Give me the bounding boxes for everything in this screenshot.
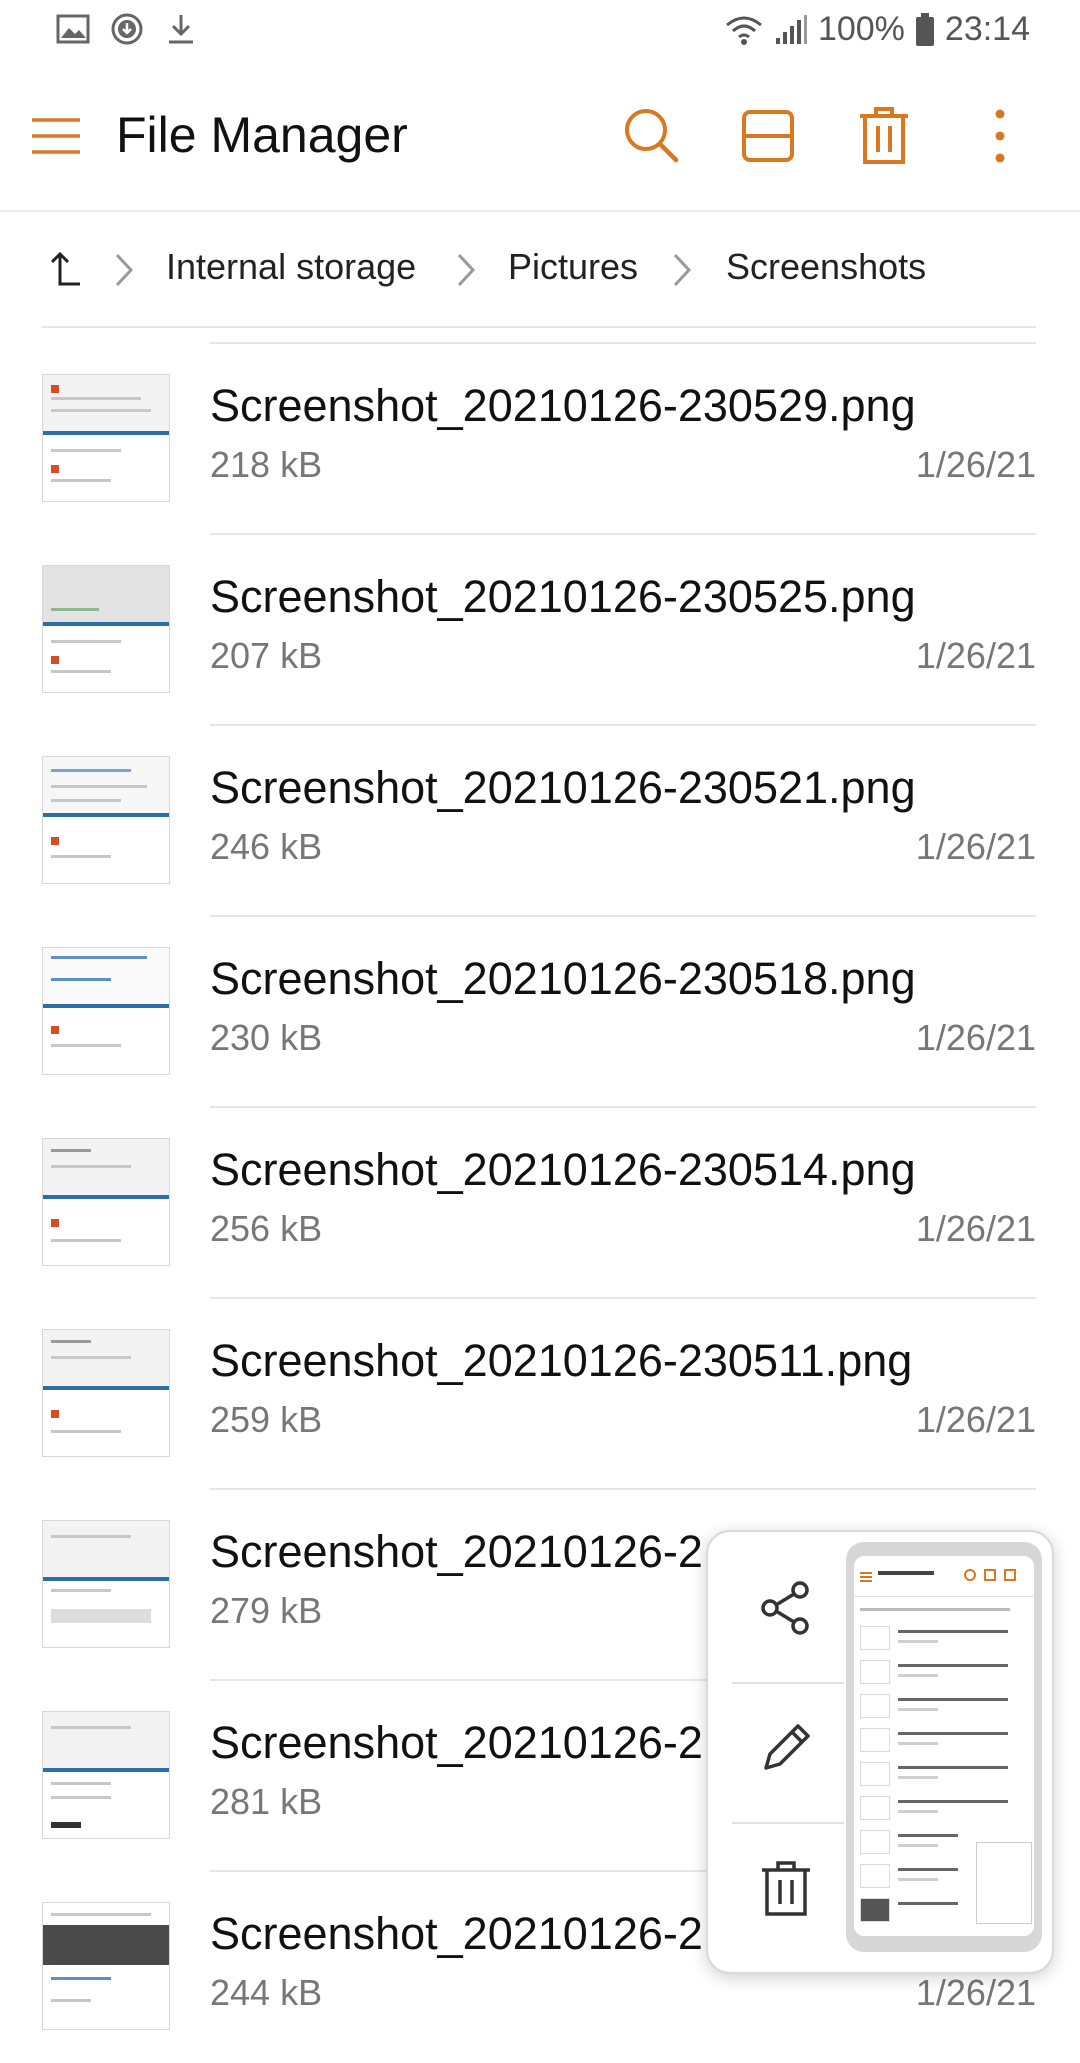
preview-thumb [860, 1660, 890, 1684]
file-date: 1/26/21 [915, 1017, 1036, 1058]
delete-icon [762, 1861, 810, 1916]
file-row[interactable]: Screenshot_20210126-230511.png 259 kB 1/… [0, 1299, 1080, 1490]
gallery-icon [56, 14, 90, 44]
file-thumbnail [42, 1520, 170, 1648]
wifi-icon [724, 14, 764, 46]
status-right: 100% 23:14 [724, 10, 1030, 49]
file-size: 256 kB [210, 1208, 323, 1249]
search-icon [625, 109, 679, 163]
chevron-right-icon [115, 253, 134, 287]
file-name: Screenshot_20210126-230514.png [210, 1144, 916, 1195]
preview-thumb [860, 1864, 890, 1888]
file-thumbnail [42, 374, 170, 502]
file-size: 259 kB [210, 1399, 323, 1440]
file-row[interactable]: Screenshot_20210126-230521.png 246 kB 1/… [0, 726, 1080, 917]
breadcrumb: Internal storage Pictures Screenshots [0, 212, 1080, 326]
battery-icon [915, 12, 935, 47]
preview-nested-popup [976, 1842, 1032, 1924]
file-date: 1/26/21 [915, 826, 1036, 867]
breadcrumb-divider [42, 326, 1036, 328]
app-bar: File Manager [0, 64, 1080, 212]
delete-icon [860, 107, 908, 164]
breadcrumb-internal-storage[interactable]: Internal storage [166, 246, 416, 288]
file-name: Screenshot_20210126-2 [210, 1526, 703, 1577]
app-title: File Manager [116, 107, 408, 163]
delete-button[interactable] [852, 104, 916, 168]
file-thumbnail [42, 1711, 170, 1839]
file-thumbnail [42, 947, 170, 1075]
file-date: 1/26/21 [915, 444, 1036, 485]
edit-icon [764, 1724, 810, 1770]
file-name: Screenshot_20210126-2 [210, 1717, 703, 1768]
file-row[interactable]: Screenshot_20210126-230514.png 256 kB 1/… [0, 1108, 1080, 1299]
delete-screenshot-button[interactable] [726, 1828, 846, 1948]
file-size: 279 kB [210, 1590, 323, 1631]
signal-icon [774, 14, 808, 46]
file-size: 244 kB [210, 1972, 323, 2013]
preview-thumb [860, 1694, 890, 1718]
file-row[interactable]: Screenshot_20210126-230525.png 207 kB 1/… [0, 535, 1080, 726]
share-icon [761, 1581, 809, 1635]
hamburger-menu-icon [32, 118, 80, 154]
file-thumbnail [42, 1329, 170, 1457]
download-circle-icon [110, 12, 144, 46]
edit-button[interactable] [726, 1688, 846, 1808]
file-size: 207 kB [210, 635, 323, 676]
file-thumbnail [42, 1902, 170, 2030]
file-date: 1/26/21 [915, 1972, 1036, 2013]
chevron-right-icon [457, 253, 476, 287]
file-row[interactable]: Screenshot_20210126-230529.png 218 kB 1/… [0, 344, 1080, 535]
file-date: 1/26/21 [915, 635, 1036, 676]
battery-percent: 100% [817, 10, 905, 48]
screenshot-thumbnail-preview[interactable] [846, 1542, 1042, 1952]
file-row[interactable]: Screenshot_20210126-230518.png 230 kB 1/… [0, 917, 1080, 1108]
file-name: Screenshot_20210126-230511.png [210, 1335, 913, 1386]
file-thumbnail [42, 565, 170, 693]
file-name: Screenshot_20210126-2 [210, 1908, 703, 1959]
file-name: Screenshot_20210126-230525.png [210, 571, 916, 622]
preview-thumb [860, 1762, 890, 1786]
preview-appbar [854, 1556, 1034, 1597]
search-button[interactable] [620, 104, 684, 168]
preview-thumb [860, 1796, 890, 1820]
preview-thumb [860, 1728, 890, 1752]
screenshot-preview-popup [706, 1530, 1054, 1974]
arrow-up-icon [50, 251, 80, 286]
status-left-icons [56, 12, 198, 46]
breadcrumb-pictures[interactable]: Pictures [508, 246, 638, 288]
preview-thumb [860, 1626, 890, 1650]
popup-divider [732, 1822, 844, 1824]
view-toggle-icon [742, 110, 794, 162]
chevron-right-icon [673, 253, 692, 287]
status-bar: 100% 23:14 [0, 0, 1080, 64]
download-icon [164, 12, 198, 46]
file-name: Screenshot_20210126-230521.png [210, 762, 916, 813]
file-thumbnail [42, 756, 170, 884]
clock: 23:14 [944, 10, 1030, 48]
file-size: 246 kB [210, 826, 323, 867]
preview-image [854, 1556, 1034, 1936]
file-size: 281 kB [210, 1781, 323, 1822]
preview-breadcrumb [860, 1608, 1010, 1611]
file-size: 218 kB [210, 444, 323, 485]
more-options-button[interactable] [968, 104, 1032, 168]
menu-button[interactable] [30, 110, 82, 162]
preview-thumb [860, 1898, 890, 1922]
file-date: 1/26/21 [915, 1399, 1036, 1440]
navigate-up-button[interactable] [46, 250, 86, 290]
file-date: 1/26/21 [915, 1208, 1036, 1249]
preview-thumb [860, 1830, 890, 1854]
popup-divider [732, 1682, 844, 1684]
more-options-icon [995, 109, 1005, 163]
view-toggle-button[interactable] [736, 104, 800, 168]
file-thumbnail [42, 1138, 170, 1266]
file-size: 230 kB [210, 1017, 323, 1058]
breadcrumb-screenshots[interactable]: Screenshots [726, 246, 926, 288]
file-name: Screenshot_20210126-230529.png [210, 380, 916, 431]
share-button[interactable] [726, 1548, 846, 1668]
file-name: Screenshot_20210126-230518.png [210, 953, 916, 1004]
